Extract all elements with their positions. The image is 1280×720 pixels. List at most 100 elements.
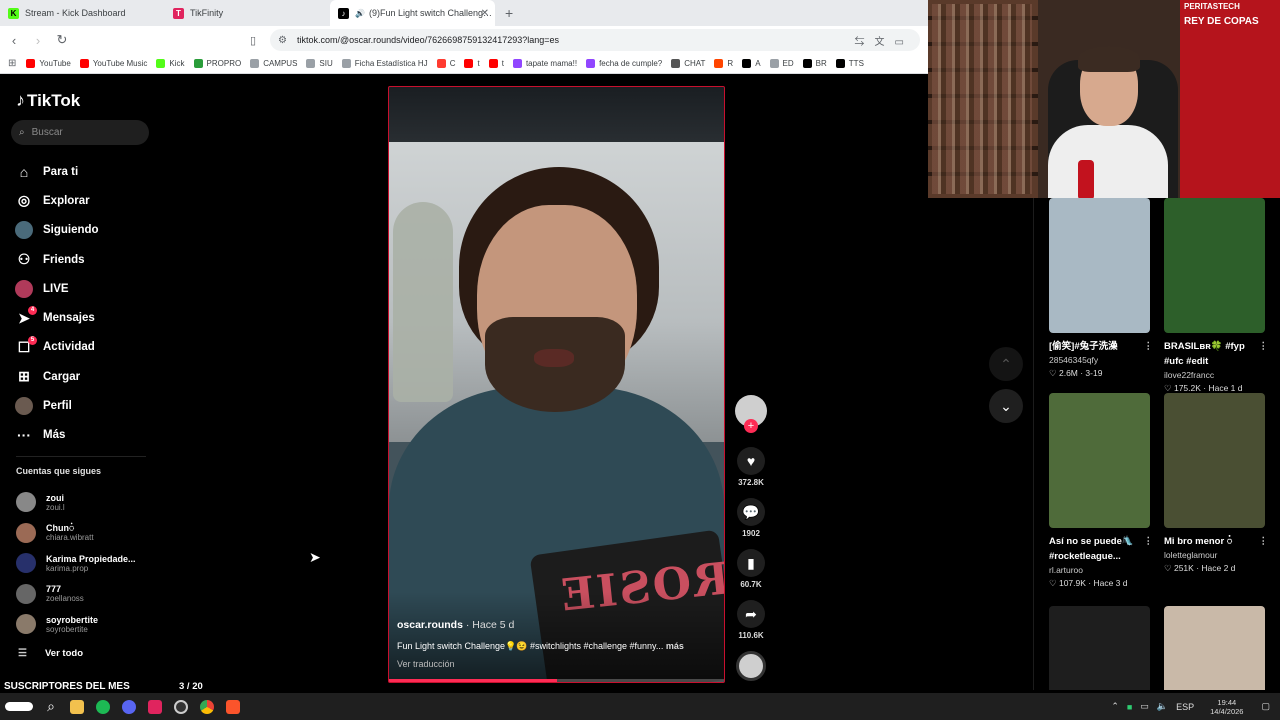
translate-icon[interactable]: ⇆文▭	[855, 33, 914, 48]
tiktok-logo[interactable]: ♪ TikTok	[16, 90, 80, 111]
apps-grid-icon[interactable]: ⊞	[8, 58, 16, 69]
bookmark-item[interactable]: CHAT	[671, 59, 705, 68]
nav-item-siguiendo[interactable]: Siguiendo	[15, 216, 99, 245]
see-all-button[interactable]: ☰ Ver todo	[18, 648, 83, 659]
feed-card[interactable]	[1049, 606, 1150, 690]
bookmark-item[interactable]: tapate mama!!	[512, 59, 577, 68]
bookmark-item[interactable]: Kick	[156, 59, 185, 68]
back-icon[interactable]: ‹	[4, 33, 24, 48]
tab-kick-dashboard[interactable]: K Stream - Kick Dashboard	[0, 0, 165, 26]
brave-icon[interactable]	[220, 693, 246, 720]
save-action[interactable]: ▮ 60.7K	[734, 549, 768, 589]
bookmark-item[interactable]: C	[436, 59, 455, 68]
bookmark-item[interactable]: fecha de cumple?	[586, 59, 662, 68]
bookmark-item[interactable]: PROPRO	[193, 59, 241, 68]
music-disc-icon[interactable]	[736, 651, 766, 681]
comment-icon[interactable]: 💬	[737, 498, 765, 526]
share-icon[interactable]: ➦	[737, 600, 765, 628]
nav-item-live[interactable]: LIVE	[15, 274, 99, 303]
video-progress-bar[interactable]	[389, 679, 724, 682]
following-account[interactable]: 777 zoellanoss	[16, 579, 136, 610]
weather-icon[interactable]	[0, 693, 38, 720]
search-input[interactable]: ⌕ Buscar	[11, 120, 149, 145]
tab-tiktok-video[interactable]: ♪ 🔊 (9)Fun Light switch Challeng… ✕	[330, 0, 495, 26]
card-username[interactable]: loletteglamour	[1164, 549, 1265, 562]
bookmark-item[interactable]: t	[464, 59, 480, 68]
nav-item-cargar[interactable]: ⊞ Cargar	[15, 362, 99, 391]
next-video-button[interactable]: ⌄	[989, 389, 1023, 423]
card-username[interactable]: rl.arturoo	[1049, 564, 1150, 577]
share-action[interactable]: ➦ 110.6K	[734, 600, 768, 640]
bookmark-item[interactable]: A	[742, 59, 761, 68]
card-username[interactable]: ilove22francc	[1164, 369, 1265, 382]
forward-icon[interactable]: ›	[28, 33, 48, 48]
previous-video-button[interactable]: ⌃	[989, 347, 1023, 381]
feed-card[interactable]	[1164, 606, 1265, 690]
tab-tikfinity[interactable]: T TikFinity	[165, 0, 330, 26]
tray-chevron-icon[interactable]: ⌃	[1111, 701, 1119, 712]
video-thumbnail[interactable]	[1164, 606, 1265, 690]
feed-card[interactable]: Mi bro menor 𑀁𑀁 ⋮ loletteglamour ♡ 251K · H…	[1164, 393, 1268, 575]
card-username[interactable]: 28546345qfy	[1049, 354, 1150, 367]
feed-card[interactable]: Así no se puede🛝 #rocketleague... ⋮ rl.art…	[1049, 393, 1153, 590]
bookmark-item[interactable]: t	[488, 59, 504, 68]
video-thumbnail[interactable]	[1164, 393, 1265, 528]
more-options-icon[interactable]: ⋮	[1259, 534, 1269, 549]
obs-icon[interactable]	[168, 693, 194, 720]
nav-item-para-ti[interactable]: ⌂ Para ti	[15, 157, 99, 186]
bookmark-item[interactable]: YouTube	[26, 59, 71, 68]
comment-action[interactable]: 💬 1902	[734, 498, 768, 538]
tray-app-icon[interactable]: ■	[1127, 702, 1132, 712]
more-options-icon[interactable]: ⋮	[1144, 534, 1154, 549]
search-taskbar-icon[interactable]: ⌕	[38, 693, 64, 720]
feed-card[interactable]: BRASILʙʀ🍀 #fyp #ufc #edit ⋮ ilove22francc ♡…	[1164, 198, 1268, 395]
nav-item-explorar[interactable]: ◎ Explorar	[15, 186, 99, 215]
bookmark-item[interactable]: BR	[802, 59, 827, 68]
nav-item-m-s[interactable]: ··· Más	[15, 421, 99, 450]
following-account[interactable]: Chun𑀁 chiara.wibratt	[16, 518, 136, 549]
video-player[interactable]: ROSIE oscar.rounds · Hace 5 d Fun Light …	[388, 86, 725, 683]
creator-avatar[interactable]: +	[735, 395, 767, 433]
file-explorer-icon[interactable]	[64, 693, 90, 720]
bookmark-item[interactable]: SIU	[306, 59, 333, 68]
translate-link[interactable]: Ver traducción	[397, 659, 455, 669]
bookmark-item[interactable]: Ficha Estadística HJ	[341, 59, 428, 68]
video-thumbnail[interactable]	[1049, 393, 1150, 528]
following-account[interactable]: Karima Propiedade... karima.prop	[16, 548, 136, 579]
nav-item-friends[interactable]: ⚇ Friends	[15, 245, 99, 274]
nav-item-mensajes[interactable]: ➤ 4 Mensajes	[15, 303, 99, 332]
bookmark-save-icon[interactable]: ▮	[737, 549, 765, 577]
notifications-icon[interactable]: ▢	[1261, 701, 1270, 712]
bookmark-item[interactable]: YouTube Music	[79, 59, 147, 68]
following-account[interactable]: soyrobertite soyrobertite	[16, 609, 136, 640]
like-action[interactable]: ♥ 372.8K	[734, 447, 768, 487]
author-name[interactable]: oscar.rounds	[397, 619, 463, 631]
video-author[interactable]: oscar.rounds · Hace 5 d	[397, 619, 514, 631]
caption-more-link[interactable]: más	[666, 641, 684, 651]
clock[interactable]: 19:44 14/4/2026	[1210, 698, 1243, 716]
bookmark-item[interactable]: TTS	[835, 59, 864, 68]
close-tab-icon[interactable]: ✕	[481, 8, 489, 19]
discord-icon[interactable]	[116, 693, 142, 720]
url-field[interactable]: ⚙ tiktok.com/@oscar.rounds/video/7626698…	[270, 29, 920, 51]
nav-item-perfil[interactable]: Perfil	[15, 391, 99, 420]
more-options-icon[interactable]: ⋮	[1259, 339, 1269, 354]
reload-icon[interactable]: ↻	[52, 32, 72, 48]
new-tab-button[interactable]: +	[495, 0, 523, 26]
video-thumbnail[interactable]	[1049, 198, 1150, 333]
bookmark-item[interactable]: CAMPUS	[250, 59, 297, 68]
tiktok-app-icon[interactable]	[142, 693, 168, 720]
bookmark-icon[interactable]: ▯	[250, 34, 256, 47]
bookmark-item[interactable]: ED	[769, 59, 794, 68]
follow-plus-icon[interactable]: +	[744, 419, 758, 433]
bookmark-item[interactable]: R	[714, 59, 733, 68]
more-options-icon[interactable]: ⋮	[1144, 339, 1154, 354]
video-thumbnail[interactable]	[1049, 606, 1150, 690]
feed-card[interactable]: [偷笑]#兔子洗澡 ⋮ 28546345qfy ♡ 2.6M · 3-19	[1049, 198, 1153, 380]
site-info-icon[interactable]: ⚙	[278, 35, 287, 46]
volume-icon[interactable]: 🔈	[1157, 701, 1168, 712]
video-thumbnail[interactable]	[1164, 198, 1265, 333]
nav-item-actividad[interactable]: ☐ 5 Actividad	[15, 333, 99, 362]
spotify-icon[interactable]	[90, 693, 116, 720]
network-icon[interactable]: ▭	[1140, 701, 1149, 712]
